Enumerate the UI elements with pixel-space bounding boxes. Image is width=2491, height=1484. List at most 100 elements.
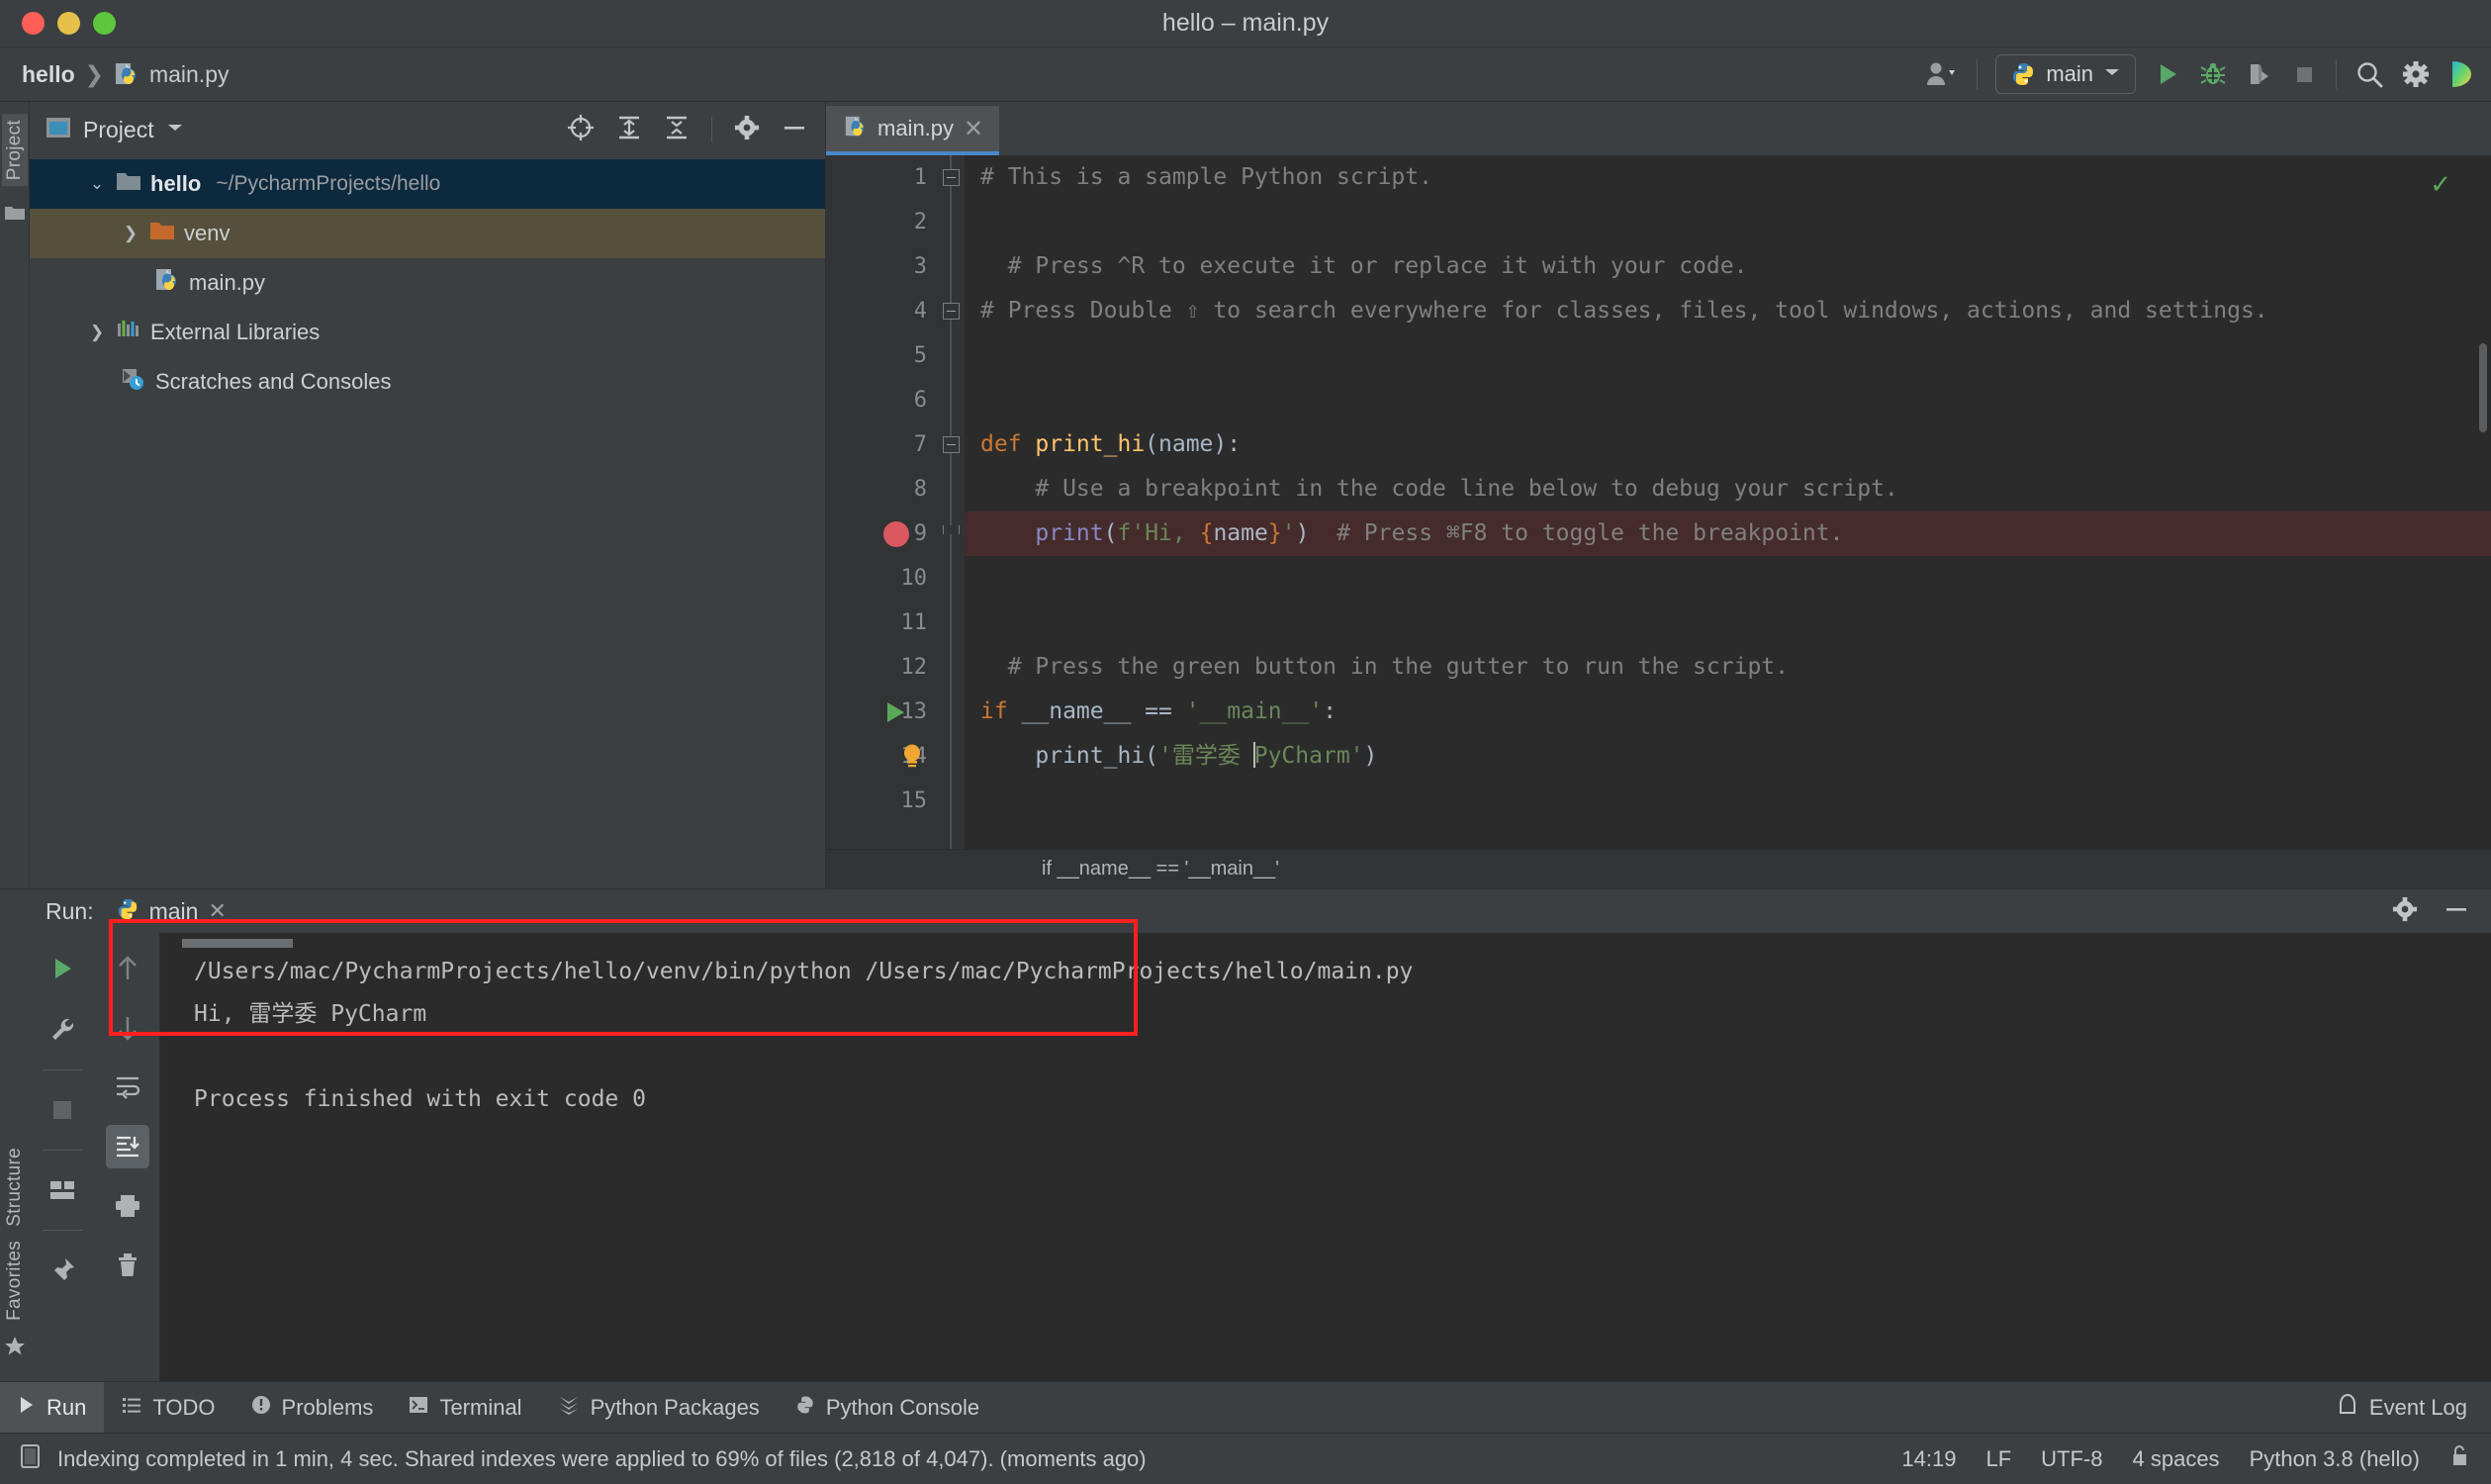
chevron-down-icon[interactable] [166,121,184,139]
inspection-status-icon[interactable]: ✓ [2430,169,2451,200]
fold-toggle-4[interactable] [943,303,960,320]
code-line[interactable]: # Use a breakpoint in the code line belo… [980,467,2491,511]
code-folding-column[interactable] [937,155,965,849]
tree-label: venv [184,221,231,245]
run-console-output[interactable]: /Users/mac/PycharmProjects/hello/venv/bi… [109,919,2491,1381]
tree-row-venv[interactable]: ❯ venv [30,209,825,258]
user-account-icon[interactable] [1925,59,1959,89]
trash-icon[interactable] [106,1244,149,1287]
fold-toggle-1[interactable] [943,169,960,186]
code-line[interactable] [980,779,2491,823]
close-icon[interactable]: ✕ [208,898,226,924]
close-icon[interactable]: ✕ [964,115,983,143]
tab-label: Terminal [439,1394,522,1420]
code-line[interactable] [980,556,2491,601]
run-tab-main[interactable]: main ✕ [116,897,227,926]
code-line[interactable] [980,601,2491,645]
soft-wrap-icon[interactable] [106,1066,149,1109]
chevron-right-icon[interactable]: ❯ [87,323,107,342]
scroll-to-end-icon[interactable] [105,1125,149,1168]
editor-gutter[interactable]: 123456789101112131415 [826,155,937,849]
code-line[interactable]: print(f'Hi, {name}') # Press ⌘F8 to togg… [965,511,2491,556]
event-log-button[interactable]: Event Log [2338,1393,2467,1423]
tab-problems[interactable]: Problems [233,1382,392,1434]
python-file-icon [844,115,868,143]
sidebar-item-structure[interactable]: Structure [4,1148,26,1227]
code-line[interactable]: print_hi('雷学委 PyCharm') [980,734,2491,779]
code-line[interactable]: def print_hi(name): [980,422,2491,467]
fold-end-9 [943,525,960,534]
code-content[interactable]: # This is a sample Python script. # Pres… [965,155,2491,849]
python-interpreter[interactable]: Python 3.8 (hello) [2250,1446,2420,1472]
chevron-right-icon[interactable]: ❯ [121,224,140,243]
gear-icon[interactable] [2392,896,2418,927]
stop-button[interactable] [41,1088,84,1132]
code-line[interactable] [980,333,2491,378]
search-icon[interactable] [2354,59,2384,89]
code-line[interactable] [980,200,2491,244]
tab-todo[interactable]: TODO [104,1382,232,1434]
editor-breadcrumb[interactable]: if __name__ == '__main__' [826,849,2491,888]
tab-python-packages[interactable]: Python Packages [540,1382,778,1434]
sidebar-item-project[interactable]: Project [1,114,28,187]
run-button[interactable] [2154,60,2181,88]
caret-position[interactable]: 14:19 [1901,1446,1956,1472]
code-line[interactable]: # This is a sample Python script. [980,155,2491,200]
expand-all-icon[interactable] [616,115,642,145]
wrench-icon[interactable] [41,1008,84,1052]
tree-row-hello[interactable]: ⌄ hello ~/PycharmProjects/hello [30,159,825,209]
tab-python-console[interactable]: Python Console [778,1382,997,1434]
status-document-icon[interactable] [20,1443,42,1474]
tab-label: Python Packages [590,1394,760,1420]
tab-run[interactable]: Run [0,1381,105,1434]
print-icon[interactable] [106,1184,149,1228]
run-toolbar-primary [30,933,95,1381]
editor-scrollbar[interactable] [2479,343,2487,432]
fold-toggle-7[interactable] [943,436,960,453]
code-line[interactable]: # Press the green button in the gutter t… [980,645,2491,690]
project-panel: Project ⌄ hello ~/PycharmProjects/hello … [30,102,826,888]
code-line[interactable]: # Press ^R to execute it or replace it w… [980,244,2491,289]
collapse-all-icon[interactable] [664,115,690,145]
tree-row-external-libraries[interactable]: ❯ External Libraries [30,308,825,357]
tab-terminal[interactable]: Terminal [391,1382,539,1434]
gradient-logo-icon[interactable] [2447,59,2477,89]
line-separator[interactable]: LF [1985,1446,2011,1472]
tab-main-py[interactable]: main.py ✕ [826,106,1000,155]
minimize-icon[interactable] [782,115,807,145]
line-number: 12 [900,655,928,680]
code-line[interactable] [980,378,2491,422]
intention-bulb[interactable] [901,744,921,768]
run-with-coverage-icon[interactable] [2245,60,2272,88]
console-scroll-thumb[interactable] [182,939,293,948]
code-token: } [1267,520,1282,546]
arrow-up-icon[interactable] [106,947,149,990]
editor-body[interactable]: 123456789101112131415 # This is a sample… [826,155,2491,849]
stop-button[interactable] [2290,60,2318,88]
debug-button[interactable] [2199,60,2227,88]
run-configuration-selector[interactable]: main [1995,54,2136,94]
breadcrumb-file[interactable]: main.py [149,61,230,88]
gear-icon[interactable] [734,115,760,145]
breakpoint-marker[interactable] [883,521,909,547]
lock-open-icon[interactable] [2449,1443,2469,1475]
sidebar-item-favorites[interactable]: Favorites [4,1241,26,1321]
tree-row-main-py[interactable]: main.py [30,258,825,308]
arrow-down-icon[interactable] [106,1006,149,1050]
code-line[interactable]: # Press Double ⇧ to search everywhere fo… [980,289,2491,333]
tree-row-scratches[interactable]: Scratches and Consoles [30,357,825,407]
chevron-down-icon[interactable]: ⌄ [87,174,107,194]
gear-icon[interactable] [2402,60,2430,88]
code-line[interactable]: if __name__ == '__main__': [980,690,2491,734]
python-file-icon [114,61,139,87]
run-toolbar-secondary [95,933,160,1381]
rerun-button[interactable] [41,947,84,990]
run-line-marker[interactable] [887,702,904,722]
minimize-icon[interactable] [2444,896,2469,927]
indent-setting[interactable]: 4 spaces [2133,1446,2220,1472]
breadcrumb-project[interactable]: hello [22,61,75,88]
layout-icon[interactable] [41,1168,84,1212]
file-encoding[interactable]: UTF-8 [2041,1446,2102,1472]
pin-icon[interactable] [41,1249,84,1292]
target-icon[interactable] [567,114,595,146]
